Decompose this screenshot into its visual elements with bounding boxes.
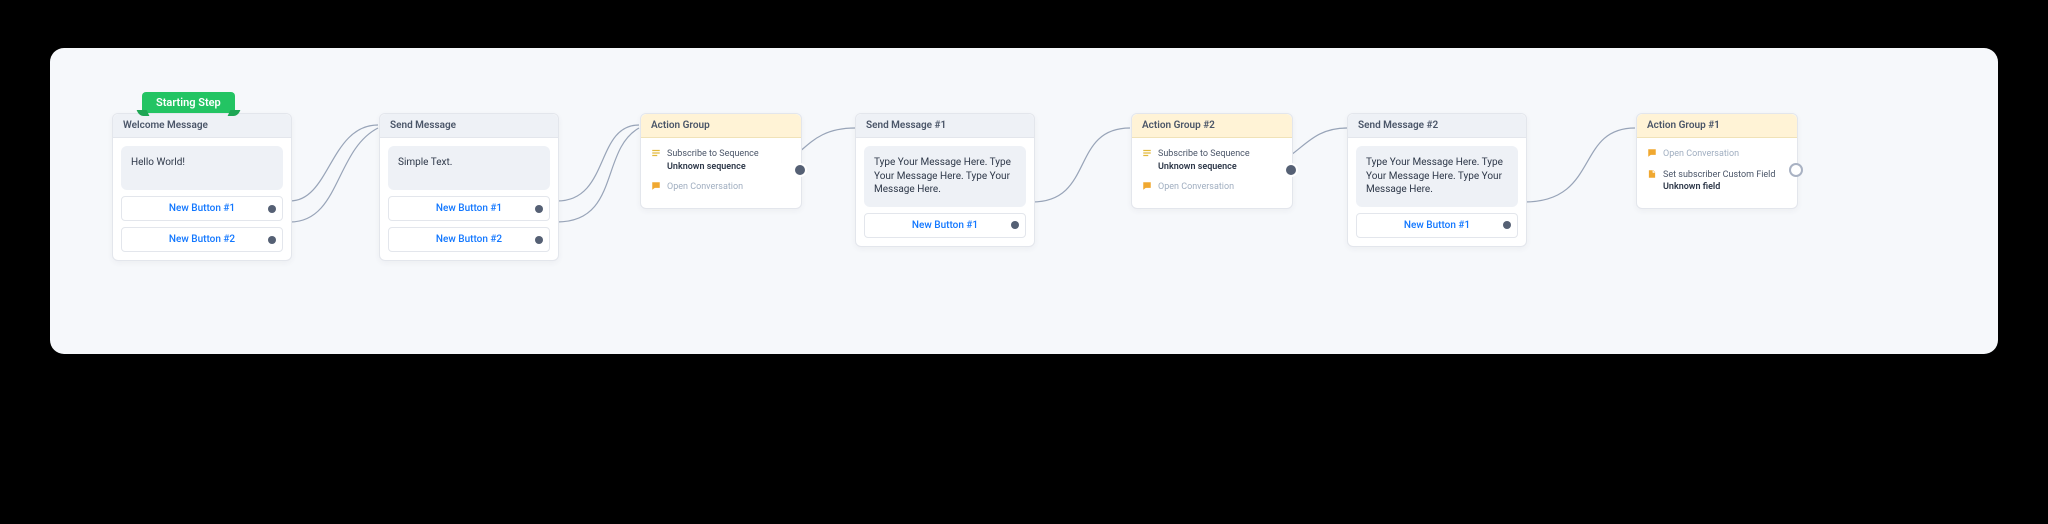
quick-reply-button[interactable]: New Button #2 — [388, 227, 550, 252]
quick-reply-button[interactable]: New Button #1 — [388, 196, 550, 221]
action-open-conversation[interactable]: Open Conversation — [1647, 144, 1787, 165]
action-sublabel: Unknown sequence — [1158, 161, 1282, 174]
node-welcome-message[interactable]: Welcome Message Hello World! New Button … — [112, 113, 292, 261]
node-title: Send Message #2 — [1348, 114, 1526, 138]
message-bubble: Hello World! — [121, 146, 283, 190]
conversation-icon — [651, 181, 661, 191]
sequence-icon — [1142, 148, 1152, 158]
node-body: Type Your Message Here. Type Your Messag… — [856, 138, 1034, 246]
connector-port[interactable] — [1011, 221, 1019, 229]
action-list: Subscribe to Sequence Unknown sequence O… — [641, 138, 801, 208]
node-title: Welcome Message — [113, 114, 291, 138]
custom-field-icon — [1647, 169, 1657, 179]
canvas-root: { "starting_step_label":"Starting Step",… — [0, 0, 2048, 524]
connector-port[interactable] — [1503, 221, 1511, 229]
action-list: Subscribe to Sequence Unknown sequence O… — [1132, 138, 1292, 208]
conversation-icon — [1647, 148, 1657, 158]
connector-port-empty[interactable] — [1789, 163, 1803, 177]
node-action-group[interactable]: Action Group Subscribe to Sequence Unkno… — [640, 113, 802, 209]
conversation-icon — [1142, 181, 1152, 191]
node-title: Action Group #1 — [1637, 114, 1797, 138]
action-label: Subscribe to Sequence — [1158, 149, 1250, 159]
action-subscribe-sequence[interactable]: Subscribe to Sequence Unknown sequence — [651, 144, 791, 177]
node-action-group-2[interactable]: Action Group #2 Subscribe to Sequence Un… — [1131, 113, 1293, 209]
action-open-conversation[interactable]: Open Conversation — [651, 177, 791, 198]
quick-reply-button[interactable]: New Button #1 — [121, 196, 283, 221]
message-bubble: Type Your Message Here. Type Your Messag… — [864, 146, 1026, 207]
node-title: Action Group #2 — [1132, 114, 1292, 138]
action-label: Open Conversation — [1663, 149, 1739, 159]
button-label: New Button #1 — [912, 220, 978, 231]
node-title: Send Message #1 — [856, 114, 1034, 138]
node-send-message[interactable]: Send Message Simple Text. New Button #1 … — [379, 113, 559, 261]
quick-reply-button[interactable]: New Button #1 — [1356, 213, 1518, 238]
button-label: New Button #1 — [436, 203, 502, 214]
action-label: Open Conversation — [667, 182, 743, 192]
starting-step-tag: Starting Step — [142, 92, 235, 113]
action-label: Open Conversation — [1158, 182, 1234, 192]
action-list: Open Conversation Set subscriber Custom … — [1637, 138, 1797, 208]
connector-port[interactable] — [793, 163, 807, 177]
node-title: Action Group — [641, 114, 801, 138]
action-sublabel: Unknown sequence — [667, 161, 791, 174]
node-body: Hello World! New Button #1 New Button #2 — [113, 138, 291, 260]
sequence-icon — [651, 148, 661, 158]
action-set-custom-field[interactable]: Set subscriber Custom Field Unknown fiel… — [1647, 165, 1787, 198]
connector-port[interactable] — [535, 205, 543, 213]
node-send-message-1[interactable]: Send Message #1 Type Your Message Here. … — [855, 113, 1035, 247]
action-sublabel: Unknown field — [1663, 181, 1787, 194]
action-open-conversation[interactable]: Open Conversation — [1142, 177, 1282, 198]
button-label: New Button #1 — [1404, 220, 1470, 231]
action-subscribe-sequence[interactable]: Subscribe to Sequence Unknown sequence — [1142, 144, 1282, 177]
button-label: New Button #1 — [169, 203, 235, 214]
connector-port[interactable] — [535, 236, 543, 244]
button-label: New Button #2 — [169, 234, 235, 245]
connector-port[interactable] — [1284, 163, 1298, 177]
message-bubble: Type Your Message Here. Type Your Messag… — [1356, 146, 1518, 207]
action-label: Subscribe to Sequence — [667, 149, 759, 159]
quick-reply-button[interactable]: New Button #1 — [864, 213, 1026, 238]
node-body: Type Your Message Here. Type Your Messag… — [1348, 138, 1526, 246]
message-bubble: Simple Text. — [388, 146, 550, 190]
node-title: Send Message — [380, 114, 558, 138]
node-body: Simple Text. New Button #1 New Button #2 — [380, 138, 558, 260]
node-send-message-2[interactable]: Send Message #2 Type Your Message Here. … — [1347, 113, 1527, 247]
quick-reply-button[interactable]: New Button #2 — [121, 227, 283, 252]
action-label: Set subscriber Custom Field — [1663, 170, 1775, 180]
node-action-group-1[interactable]: Action Group #1 Open Conversation Set su… — [1636, 113, 1798, 209]
connector-port[interactable] — [268, 205, 276, 213]
button-label: New Button #2 — [436, 234, 502, 245]
connector-port[interactable] — [268, 236, 276, 244]
